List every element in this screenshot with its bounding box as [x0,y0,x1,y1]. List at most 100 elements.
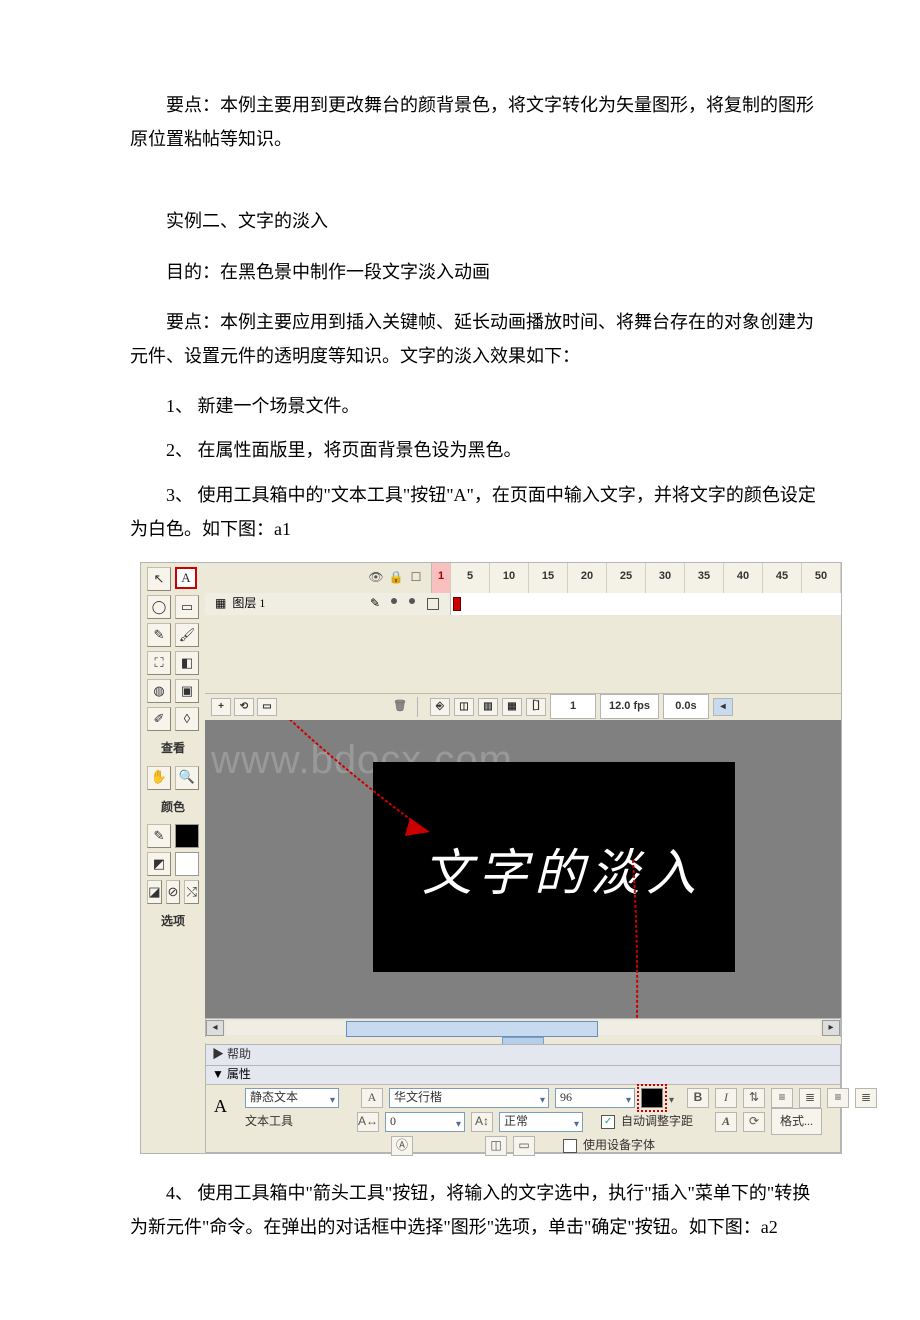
modify-onion-icon[interactable]: ［］ [526,698,546,716]
trash-icon[interactable]: 🗑 [391,699,409,715]
eye-icon[interactable]: 👁 [369,571,383,585]
paragraph-step-1: 1、 新建一个场景文件。 [130,389,820,423]
selectable-icon[interactable]: Ⓐ [391,1136,413,1156]
hand-tool-icon[interactable]: ✋ [147,766,171,790]
ink-bottle-tool-icon[interactable]: ◍ [147,679,171,703]
paragraph-essentials-1: 要点：本例主要用到更改舞台的颜背景色，将文字转化为矢量图形，将复制的图形原位置粘… [130,88,820,156]
help-panel-header[interactable]: ▶ 帮助 [205,1044,841,1066]
format-button[interactable]: 格式... [771,1108,822,1135]
paint-bucket-tool-icon[interactable]: ▣ [175,679,199,703]
toolbox-view-label: 查看 [141,731,205,762]
layer-name: 图层 1 [232,592,265,615]
onion-outline-icon[interactable]: ▥ [478,698,498,716]
layer-row[interactable]: ▦ 图层 1 ✎ [205,593,841,616]
auto-kern-checkbox[interactable]: ✓ [601,1115,615,1129]
properties-panel: ▼ 属性 A 静态文本 A 华文行楷 96 [205,1065,841,1153]
rotate-icon[interactable]: ⟳ [743,1112,765,1132]
align-left-icon[interactable]: ≡ [771,1088,793,1108]
scrollbar-track[interactable] [226,1021,820,1035]
font-family-select[interactable]: 华文行楷 [389,1088,549,1108]
ruler-tick: 5 [451,563,490,593]
scroll-left-arrow-icon[interactable]: ◂ [206,1020,224,1036]
ruler-tick: 45 [763,563,802,593]
add-guide-layer-icon[interactable]: ⟲ [234,698,254,716]
swap-colors-icon[interactable]: ⤭ [184,880,199,904]
add-folder-icon[interactable]: ▭ [257,698,277,716]
text-tool-icon[interactable]: A [175,567,197,589]
device-font-checkbox[interactable] [563,1139,577,1153]
onion-skin-icon[interactable]: ◫ [454,698,474,716]
edit-multiple-icon[interactable]: ▦ [502,698,522,716]
text-tool-name-label: 文本工具 [245,1110,293,1133]
timeline-ruler: 1 5 10 15 20 25 30 35 40 45 50 [432,563,841,593]
pencil-icon: ✎ [370,592,380,615]
panel-resize-grip[interactable] [205,1037,841,1043]
paragraph-essentials-2: 要点：本例主要应用到插入关键帧、延长动画播放时间、将舞台存在的对象创建为元件、设… [130,305,820,373]
tracking-input[interactable]: 0 [385,1112,465,1132]
italic-button[interactable]: I [715,1088,737,1108]
timeline-header: 👁 🔒 ☐ 1 5 10 15 20 25 30 35 40 45 50 [205,563,841,594]
fill-color-swatch[interactable] [175,852,199,876]
add-layer-icon[interactable]: + [211,698,231,716]
properties-panel-label: ▼ 属性 [212,1063,251,1086]
font-size-select[interactable]: 96 [555,1088,635,1108]
oval-tool-icon[interactable]: ◯ [147,595,171,619]
timeline-frames[interactable] [450,593,841,615]
stroke-color-icon[interactable]: ✎ [147,824,171,848]
zoom-tool-icon[interactable]: 🔍 [175,766,199,790]
arrow-tool-icon[interactable]: ↖ [147,567,171,591]
flash-screenshot: ↖ A ◯ ▭ ✎ 🖌 ⛶ ◧ ◍ ▣ [140,562,820,1154]
render-html-icon[interactable]: ◫ [485,1136,507,1156]
layer-dot-icon [409,598,415,604]
stage-canvas[interactable]: 文字的淡入 [373,762,735,972]
stage-text-object[interactable]: 文字的淡入 [407,826,717,921]
align-center-icon[interactable]: ≣ [799,1088,821,1108]
ruler-tick: 10 [490,563,529,593]
keyframe-icon[interactable] [453,597,461,611]
ruler-tick: 50 [802,563,841,593]
toolbox-panel: ↖ A ◯ ▭ ✎ 🖌 ⛶ ◧ ◍ ▣ [141,563,206,1151]
scroll-left-icon[interactable]: ◂ [713,698,733,716]
eraser-tool-icon[interactable]: ◊ [175,707,199,731]
show-border-icon[interactable]: ▭ [513,1136,535,1156]
stroke-color-swatch[interactable] [175,824,199,848]
tracking-icon: A↔ [357,1112,379,1132]
no-color-icon[interactable]: ⊘ [166,880,181,904]
paragraph-step-3: 3、 使用工具箱中的"文本工具"按钮"A"，在页面中输入文字，并将文字的颜色设定… [130,478,820,546]
default-colors-icon[interactable]: ◪ [147,880,162,904]
toolbox-color-label: 颜色 [141,790,205,821]
properties-panel-header[interactable]: ▼ 属性 [206,1066,840,1085]
center-frame-icon[interactable]: ⎆ [430,698,450,716]
ruler-tick: 15 [529,563,568,593]
rect-tool-icon[interactable]: ▭ [175,595,199,619]
eyedropper-tool-icon[interactable]: ✐ [147,707,171,731]
ruler-tick: 25 [607,563,646,593]
horizontal-scrollbar[interactable]: ◂ ▸ [205,1018,841,1038]
text-type-select[interactable]: 静态文本 [245,1088,339,1108]
lock-icon[interactable]: 🔒 [389,571,403,585]
fill-transform-tool-icon[interactable]: ◧ [175,651,199,675]
frame-rate: 12.0 fps [600,694,659,719]
char-options-icon[interactable]: A [715,1112,737,1132]
pencil-tool-icon[interactable]: ✎ [147,623,171,647]
text-direction-icon[interactable]: ⇅ [743,1088,765,1108]
scrollbar-thumb[interactable] [346,1021,598,1037]
stage-area[interactable]: www.bdocx.com 文字的淡入 [205,720,841,1018]
text-color-swatch[interactable] [641,1088,663,1108]
timeline-blank-area [205,615,841,693]
outline-icon[interactable]: ☐ [409,571,423,585]
elapsed-time: 0.0s [663,694,709,719]
scroll-right-arrow-icon[interactable]: ▸ [822,1020,840,1036]
align-justify-icon[interactable]: ≣ [855,1088,877,1108]
auto-kern-label: 自动调整字距 [621,1110,693,1133]
free-transform-tool-icon[interactable]: ⛶ [147,651,171,675]
paragraph-step-2: 2、 在属性面版里，将页面背景色设为黑色。 [130,433,820,467]
fill-color-icon[interactable]: ◩ [147,852,171,876]
align-right-icon[interactable]: ≡ [827,1088,849,1108]
paragraph-step-4: 4、 使用工具箱中"箭头工具"按钮，将输入的文字选中，执行"插入"菜单下的"转换… [130,1176,820,1244]
brush-tool-icon[interactable]: 🖌 [175,623,199,647]
kerning-mode-select[interactable]: 正常 [499,1112,583,1132]
bold-button[interactable]: B [687,1088,709,1108]
toolbox-options-label: 选项 [141,904,205,935]
ruler-tick: 20 [568,563,607,593]
